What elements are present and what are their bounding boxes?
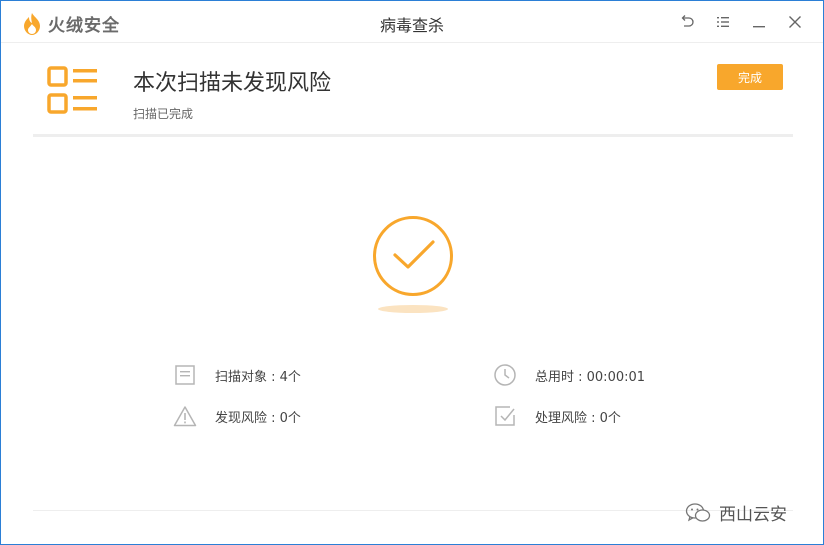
- app-window: 火绒安全 病毒查杀 本次扫描未发现风险 扫描已完成 完成 扫描对象: 4个 发…: [0, 0, 824, 545]
- stat-total-time: 总用时 : 00:00:01: [493, 363, 645, 387]
- scan-result-headline: 本次扫描未发现风险: [133, 71, 332, 96]
- window-title: 病毒查杀: [379, 16, 444, 35]
- close-icon: [789, 16, 801, 28]
- close-button[interactable]: [785, 12, 805, 32]
- stat-handled-risks-text: 处理风险 : 0个: [535, 410, 621, 426]
- scan-report-icon: [47, 66, 97, 114]
- wechat-icon: [685, 502, 711, 522]
- title-bar: 火绒安全 病毒查杀: [1, 1, 823, 43]
- minimize-button[interactable]: [749, 12, 769, 32]
- scan-status-text: 扫描已完成: [133, 107, 194, 121]
- menu-button[interactable]: [713, 12, 733, 32]
- done-button[interactable]: 完成: [717, 64, 783, 90]
- checkbox-checked-icon: [493, 404, 517, 428]
- stat-scan-objects-text: 扫描对象 : 4个: [215, 369, 301, 385]
- back-button[interactable]: [677, 12, 697, 32]
- stat-handled-risks: 处理风险 : 0个: [493, 404, 621, 428]
- stat-found-risks-text: 发现风险 : 0个: [215, 410, 301, 426]
- stat-found-risks: 发现风险 : 0个: [173, 404, 301, 428]
- check-shadow: [378, 305, 448, 313]
- stat-total-time-text: 总用时 : 00:00:01: [535, 369, 646, 385]
- menu-icon: [717, 17, 729, 27]
- back-icon: [681, 15, 694, 27]
- clock-icon: [493, 363, 517, 387]
- header-divider: [33, 134, 793, 137]
- warning-icon: [173, 404, 197, 428]
- document-icon: [173, 363, 197, 387]
- minimize-icon: [753, 26, 765, 28]
- footer-divider: [33, 510, 793, 511]
- success-check-icon: [373, 216, 453, 296]
- watermark: 西山云安: [685, 500, 787, 525]
- stat-scan-objects: 扫描对象 : 4个: [173, 363, 301, 387]
- watermark-text: 西山云安: [719, 505, 787, 525]
